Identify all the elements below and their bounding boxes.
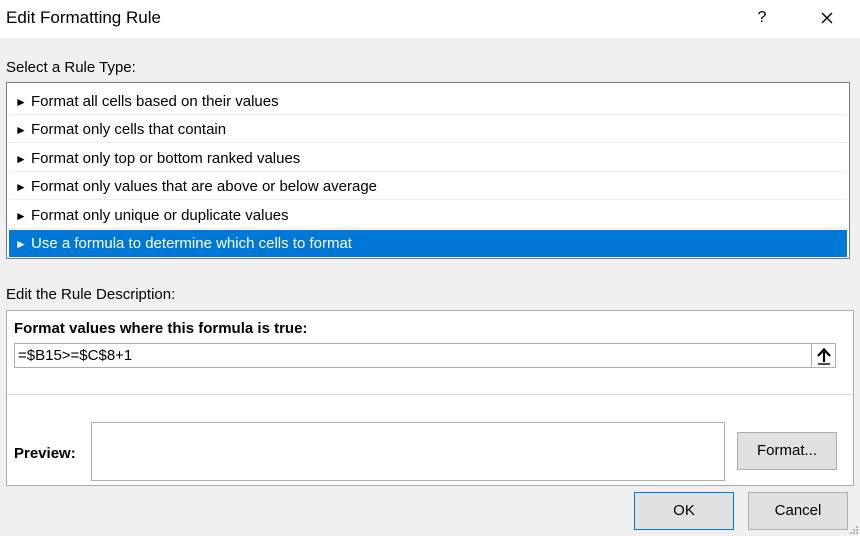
rule-type-item-label: Format only cells that contain [31, 121, 227, 138]
formula-input[interactable]: =$B15>=$C$8+1 [14, 343, 813, 368]
close-button[interactable] [813, 4, 841, 32]
close-icon [821, 12, 833, 24]
ok-button[interactable]: OK [634, 492, 734, 530]
rule-description-panel: Format values where this formula is true… [6, 310, 854, 486]
arrow-icon: ► [15, 123, 27, 137]
rule-type-item[interactable]: ► Format only values that are above or be… [9, 173, 847, 200]
arrow-icon: ► [15, 95, 27, 109]
rule-type-item-label: Format only unique or duplicate values [31, 207, 289, 224]
arrow-icon: ► [15, 152, 27, 166]
rule-type-list[interactable]: ► Format all cells based on their values … [6, 82, 850, 259]
preview-box [91, 422, 725, 481]
arrow-icon: ► [15, 209, 27, 223]
dialog-title: Edit Formatting Rule [6, 8, 161, 27]
preview-label: Preview: [14, 445, 76, 462]
rule-description-label: Edit the Rule Description: [6, 286, 176, 303]
arrow-icon: ► [15, 180, 27, 194]
rule-type-item-label: Format all cells based on their values [31, 93, 279, 110]
rule-type-item-selected[interactable]: ► Use a formula to determine which cells … [9, 230, 847, 257]
title-bar: Edit Formatting Rule ? [0, 0, 860, 38]
resize-grip-icon[interactable] [849, 525, 859, 535]
separator [7, 394, 853, 395]
rule-type-item-label: Use a formula to determine which cells t… [31, 235, 352, 252]
arrow-icon: ► [15, 237, 27, 251]
collapse-arrow-icon [816, 347, 831, 365]
rule-type-item[interactable]: ► Format only cells that contain [9, 116, 847, 143]
cancel-button[interactable]: Cancel [748, 492, 848, 530]
help-button[interactable]: ? [748, 4, 776, 32]
formula-heading: Format values where this formula is true… [14, 320, 308, 337]
rule-type-item[interactable]: ► Format only top or bottom ranked values [9, 145, 847, 172]
rule-type-item-label: Format only values that are above or bel… [31, 178, 378, 195]
rule-type-item[interactable]: ► Format all cells based on their values [9, 88, 847, 115]
rule-type-label: Select a Rule Type: [6, 59, 136, 76]
rule-type-item[interactable]: ► Format only unique or duplicate values [9, 202, 847, 229]
rule-type-item-label: Format only top or bottom ranked values [31, 150, 301, 167]
format-button[interactable]: Format... [737, 432, 837, 470]
collapse-dialog-button[interactable] [811, 343, 836, 368]
